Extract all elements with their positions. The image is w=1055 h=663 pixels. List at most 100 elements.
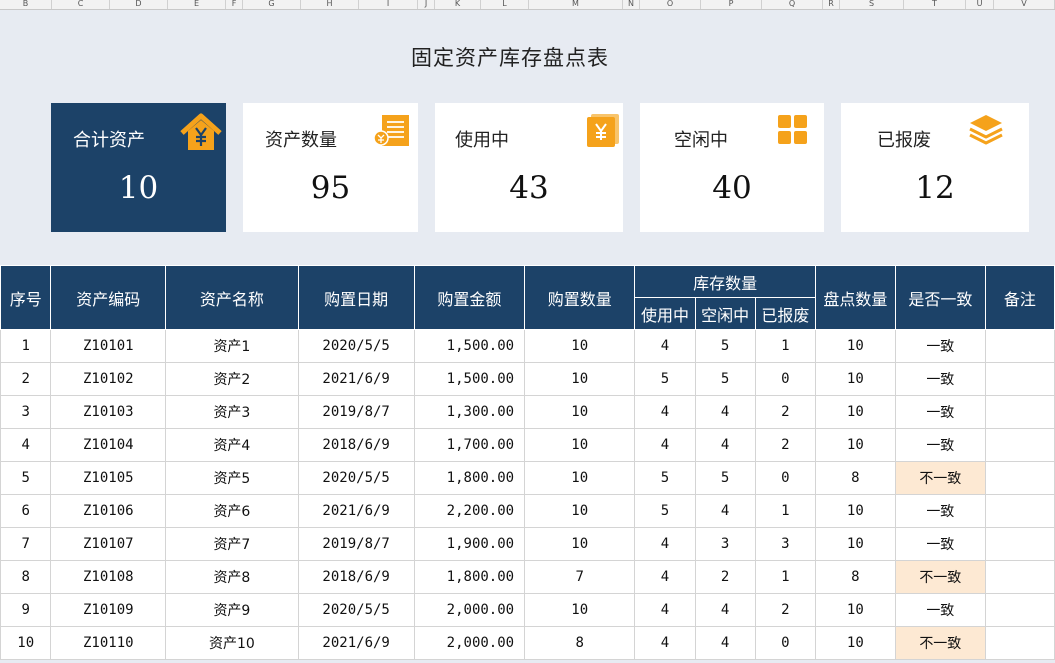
cell-scrapped[interactable]: 1: [754, 494, 816, 528]
cell-count-qty[interactable]: 10: [814, 329, 896, 363]
cell-asset-name[interactable]: 资产5: [165, 461, 299, 495]
cell-idle[interactable]: 4: [694, 626, 756, 660]
summary-card-scrapped[interactable]: 已报废 12: [841, 103, 1029, 232]
summary-card-idle[interactable]: 空闲中 40: [640, 103, 824, 232]
column-header[interactable]: N: [623, 0, 640, 9]
cell-asset-code[interactable]: Z10104: [50, 428, 167, 462]
column-header[interactable]: E: [168, 0, 226, 9]
cell-purchase-amount[interactable]: 2,000.00: [413, 626, 526, 660]
cell-seq[interactable]: 10: [0, 626, 52, 660]
column-header[interactable]: T: [904, 0, 966, 9]
cell-remark[interactable]: [984, 395, 1055, 429]
cell-purchase-qty[interactable]: 10: [524, 461, 636, 495]
cell-idle[interactable]: 4: [694, 494, 756, 528]
cell-idle[interactable]: 5: [694, 362, 756, 396]
header-asset-code[interactable]: 资产编码: [50, 265, 167, 330]
cell-purchase-qty[interactable]: 10: [524, 428, 636, 462]
cell-consistent[interactable]: 一致: [894, 395, 986, 429]
cell-scrapped[interactable]: 0: [754, 362, 816, 396]
cell-scrapped[interactable]: 0: [754, 626, 816, 660]
cell-idle[interactable]: 4: [694, 395, 756, 429]
cell-count-qty[interactable]: 8: [814, 560, 896, 594]
cell-asset-name[interactable]: 资产4: [165, 428, 299, 462]
cell-purchase-qty[interactable]: 10: [524, 593, 636, 627]
cell-purchase-amount[interactable]: 1,900.00: [413, 527, 526, 561]
summary-card-total-assets[interactable]: 合计资产 10: [51, 103, 226, 232]
cell-consistent[interactable]: 一致: [894, 527, 986, 561]
cell-in-use[interactable]: 5: [634, 461, 696, 495]
cell-idle[interactable]: 4: [694, 428, 756, 462]
column-header[interactable]: B: [0, 0, 52, 9]
column-header[interactable]: U: [966, 0, 994, 9]
cell-in-use[interactable]: 4: [634, 593, 696, 627]
cell-in-use[interactable]: 4: [634, 527, 696, 561]
cell-purchase-amount[interactable]: 1,300.00: [413, 395, 526, 429]
cell-remark[interactable]: [984, 593, 1055, 627]
column-header[interactable]: K: [435, 0, 481, 9]
cell-in-use[interactable]: 4: [634, 395, 696, 429]
cell-idle[interactable]: 4: [694, 593, 756, 627]
cell-purchase-qty[interactable]: 10: [524, 362, 636, 396]
cell-purchase-amount[interactable]: 2,000.00: [413, 593, 526, 627]
column-header[interactable]: C: [52, 0, 110, 9]
column-header[interactable]: P: [701, 0, 762, 9]
cell-in-use[interactable]: 4: [634, 560, 696, 594]
column-header[interactable]: I: [359, 0, 418, 9]
cell-count-qty[interactable]: 10: [814, 527, 896, 561]
cell-purchase-qty[interactable]: 8: [524, 626, 636, 660]
cell-consistent[interactable]: 不一致: [894, 626, 986, 660]
cell-purchase-date[interactable]: 2019/8/7: [297, 527, 415, 561]
cell-scrapped[interactable]: 2: [754, 395, 816, 429]
cell-in-use[interactable]: 4: [634, 329, 696, 363]
cell-purchase-qty[interactable]: 10: [524, 329, 636, 363]
cell-remark[interactable]: [984, 560, 1055, 594]
cell-remark[interactable]: [984, 461, 1055, 495]
header-purchase-amount[interactable]: 购置金额: [413, 265, 526, 330]
cell-asset-code[interactable]: Z10106: [50, 494, 167, 528]
column-header[interactable]: R: [823, 0, 840, 9]
cell-remark[interactable]: [984, 494, 1055, 528]
cell-seq[interactable]: 3: [0, 395, 52, 429]
cell-remark[interactable]: [984, 428, 1055, 462]
header-purchase-date[interactable]: 购置日期: [297, 265, 415, 330]
cell-scrapped[interactable]: 1: [754, 560, 816, 594]
header-asset-name[interactable]: 资产名称: [165, 265, 299, 330]
column-header[interactable]: D: [110, 0, 168, 9]
cell-purchase-amount[interactable]: 1,800.00: [413, 560, 526, 594]
cell-in-use[interactable]: 5: [634, 362, 696, 396]
column-header[interactable]: F: [226, 0, 243, 9]
cell-asset-code[interactable]: Z10107: [50, 527, 167, 561]
cell-purchase-amount[interactable]: 1,700.00: [413, 428, 526, 462]
header-consistent[interactable]: 是否一致: [894, 265, 986, 330]
cell-asset-name[interactable]: 资产8: [165, 560, 299, 594]
cell-idle[interactable]: 2: [694, 560, 756, 594]
cell-purchase-date[interactable]: 2019/8/7: [297, 395, 415, 429]
cell-idle[interactable]: 5: [694, 329, 756, 363]
cell-idle[interactable]: 3: [694, 527, 756, 561]
cell-asset-name[interactable]: 资产7: [165, 527, 299, 561]
cell-purchase-date[interactable]: 2020/5/5: [297, 329, 415, 363]
cell-count-qty[interactable]: 10: [814, 593, 896, 627]
cell-count-qty[interactable]: 10: [814, 428, 896, 462]
cell-purchase-amount[interactable]: 2,200.00: [413, 494, 526, 528]
cell-in-use[interactable]: 5: [634, 494, 696, 528]
cell-in-use[interactable]: 4: [634, 428, 696, 462]
header-seq[interactable]: 序号: [0, 265, 52, 330]
cell-consistent[interactable]: 不一致: [894, 560, 986, 594]
cell-asset-code[interactable]: Z10110: [50, 626, 167, 660]
cell-count-qty[interactable]: 10: [814, 626, 896, 660]
cell-purchase-date[interactable]: 2018/6/9: [297, 428, 415, 462]
cell-seq[interactable]: 4: [0, 428, 52, 462]
summary-card-in-use[interactable]: 使用中 43: [435, 103, 623, 232]
header-in-use[interactable]: 使用中: [634, 297, 696, 330]
cell-asset-name[interactable]: 资产6: [165, 494, 299, 528]
cell-purchase-qty[interactable]: 10: [524, 527, 636, 561]
cell-purchase-date[interactable]: 2020/5/5: [297, 461, 415, 495]
header-count-qty[interactable]: 盘点数量: [814, 265, 896, 330]
cell-in-use[interactable]: 4: [634, 626, 696, 660]
cell-purchase-amount[interactable]: 1,500.00: [413, 362, 526, 396]
column-header[interactable]: O: [640, 0, 701, 9]
cell-purchase-qty[interactable]: 10: [524, 395, 636, 429]
cell-count-qty[interactable]: 10: [814, 494, 896, 528]
cell-count-qty[interactable]: 10: [814, 362, 896, 396]
